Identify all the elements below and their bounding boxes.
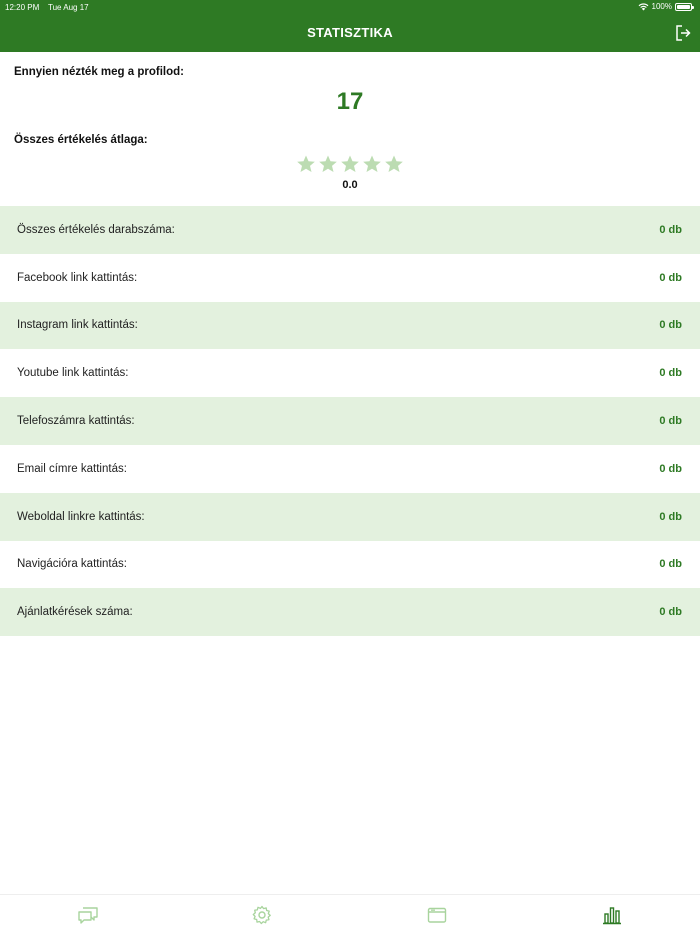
stat-label: Email címre kattintás: [17,462,127,475]
star-icon [297,155,315,172]
stat-row-navigation: Navigációra kattintás: 0 db [0,540,700,589]
battery-percent: 100% [651,2,672,11]
star-icon [341,155,359,172]
stat-value: 0 db [659,606,682,619]
status-bar: 12:20 PM Tue Aug 17 100% [0,0,700,14]
stat-value: 0 db [659,271,682,284]
stat-value: 0 db [659,415,682,428]
stat-row-website: Weboldal linkre kattintás: 0 db [0,492,700,541]
stat-row-instagram: Instagram link kattintás: 0 db [0,301,700,350]
stat-value: 0 db [659,319,682,332]
stat-value: 0 db [659,367,682,380]
status-indicators: 100% [638,2,694,11]
stat-value: 0 db [659,223,682,236]
wifi-icon [638,2,648,10]
chat-icon[interactable] [77,905,99,925]
stat-label: Navigációra kattintás: [17,558,127,571]
stat-label: Youtube link kattintás: [17,367,129,380]
stat-value: 0 db [659,558,682,571]
stat-label: Facebook link kattintás: [17,271,138,284]
stat-label: Instagram link kattintás: [17,319,138,332]
rating-label: Összes értékelés átlaga: [14,134,148,146]
rating-value: 0.0 [342,179,358,191]
stat-row-phone: Telefoszámra kattintás: 0 db [0,397,700,445]
stat-value: 0 db [659,510,682,523]
browser-window-icon[interactable] [426,905,448,925]
stat-label: Weboldal linkre kattintás: [17,510,145,523]
status-date: Tue Aug 17 [48,3,89,12]
stat-row-quote-requests: Ajánlatkérések száma: 0 db [0,588,700,637]
battery-icon [675,2,694,11]
bar-chart-icon[interactable] [601,905,623,925]
stat-row-total-ratings: Összes értékelés darabszáma: 0 db [0,206,700,254]
status-time: 12:20 PM [5,3,40,12]
stat-row-facebook: Facebook link kattintás: 0 db [0,253,700,302]
stat-row-youtube: Youtube link kattintás: 0 db [0,349,700,398]
views-label: Ennyien nézték meg a profilod: [14,66,184,78]
stat-label: Ajánlatkérések száma: [17,606,133,619]
stats-list: Összes értékelés darabszáma: 0 db Facebo… [0,206,700,637]
logout-icon[interactable] [674,24,692,42]
stat-row-email: Email címre kattintás: 0 db [0,444,700,493]
app-header: 12:20 PM Tue Aug 17 100% STATISZTIKA [0,0,700,52]
star-icon [319,155,337,172]
views-count: 17 [336,88,364,115]
stat-value: 0 db [659,462,682,475]
page-title: STATISZTIKA [307,25,393,40]
stat-label: Összes értékelés darabszáma: [17,223,175,236]
star-icon [385,155,403,172]
rating-stars [296,154,404,174]
star-icon [363,155,381,172]
gear-icon[interactable] [251,905,273,925]
tab-bar [0,894,700,934]
stat-label: Telefoszámra kattintás: [17,415,135,428]
